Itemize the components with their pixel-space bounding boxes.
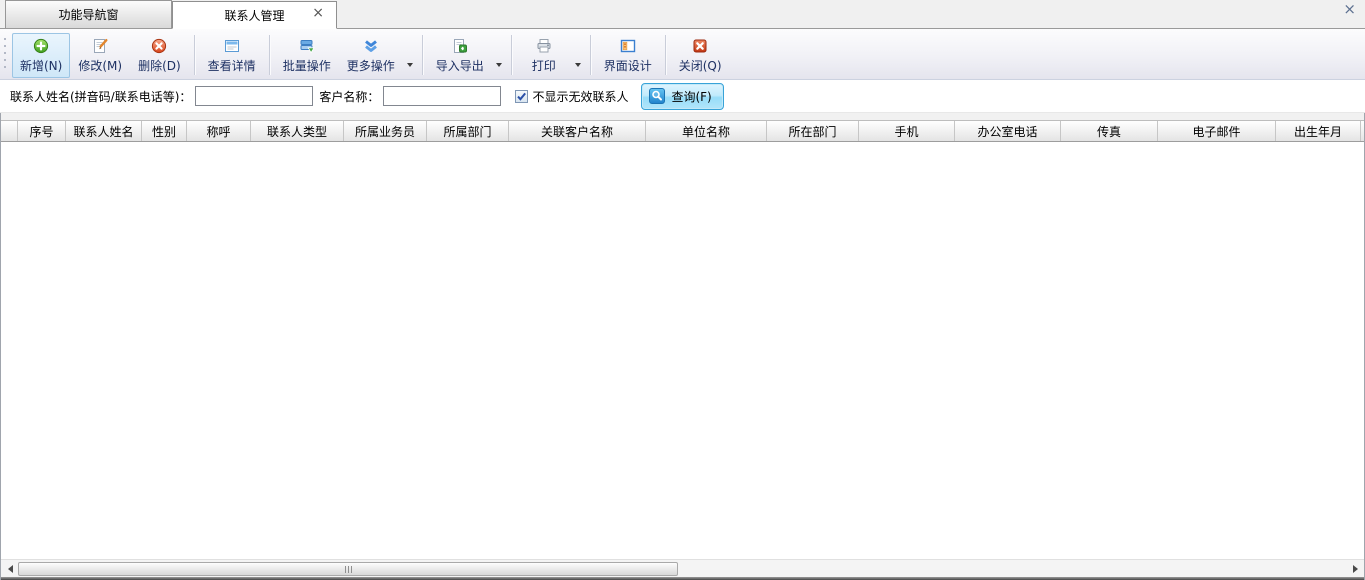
row-indicator-header	[1, 121, 18, 141]
column-header-salutation[interactable]: 称呼	[187, 121, 251, 141]
column-header-seq[interactable]: 序号	[18, 121, 66, 141]
column-header-contact-type[interactable]: 联系人类型	[251, 121, 344, 141]
tab-close-icon[interactable]: ×	[312, 6, 324, 20]
import-export-dropdown-button[interactable]	[492, 52, 506, 73]
batch-operations-icon	[299, 38, 315, 54]
toolbar-separator	[194, 35, 195, 75]
column-header-email[interactable]: 电子邮件	[1158, 121, 1276, 141]
print-dropdown-button[interactable]	[571, 52, 585, 73]
column-header-fax[interactable]: 传真	[1061, 121, 1158, 141]
window-close-icon[interactable]: ×	[1343, 1, 1356, 17]
tab-label: 功能导航窗	[58, 6, 118, 23]
checkmark-icon	[516, 91, 527, 102]
toolbar-separator	[422, 35, 423, 75]
contact-name-input[interactable]	[195, 86, 313, 106]
toolbar-button-label: 导入导出	[436, 57, 484, 74]
toolbar-button-label: 修改(M)	[78, 57, 122, 74]
column-header-customer-name[interactable]: 关联客户名称	[509, 121, 646, 141]
toolbar-grip-handle[interactable]	[4, 38, 6, 72]
scroll-left-button[interactable]	[3, 562, 17, 576]
tab-strip: 功能导航窗 联系人管理 × ×	[0, 0, 1365, 29]
query-button-label: 查询(F)	[671, 88, 711, 105]
toolbar-button-label: 查看详情	[208, 57, 256, 74]
toolbar-button-label: 打印	[532, 57, 556, 74]
column-header-birth-date[interactable]: 出生年月	[1276, 121, 1361, 141]
column-header-contact-name[interactable]: 联系人姓名	[66, 121, 142, 141]
scrollbar-track[interactable]	[17, 561, 1348, 577]
delete-button[interactable]: 删除(D)	[130, 33, 189, 78]
batch-operations-button[interactable]: 批量操作	[275, 33, 339, 78]
toolbar-button-label: 更多操作	[347, 57, 395, 74]
print-icon	[536, 38, 552, 54]
tab-contact-management[interactable]: 联系人管理 ×	[172, 1, 337, 29]
edit-button[interactable]: 修改(M)	[70, 33, 130, 78]
ui-design-button[interactable]: 界面设计	[596, 33, 660, 78]
column-header-office-phone[interactable]: 办公室电话	[955, 121, 1061, 141]
customer-name-input[interactable]	[383, 86, 501, 106]
app-window: 功能导航窗 联系人管理 × × 新增(N) 修改(M) 删除(D)	[0, 0, 1365, 580]
customer-name-label: 客户名称：	[319, 88, 379, 105]
column-header-mobile[interactable]: 手机	[859, 121, 955, 141]
scrollbar-thumb[interactable]	[18, 562, 678, 576]
contact-table-panel: 序号 联系人姓名 性别 称呼 联系人类型 所属业务员 所属部门 关联客户名称 单…	[0, 113, 1365, 580]
toolbar-separator	[511, 35, 512, 75]
add-icon	[33, 38, 49, 54]
delete-icon	[151, 38, 167, 54]
contact-name-label: 联系人姓名(拼音码/联系电话等)：	[10, 88, 191, 105]
column-header-salesperson[interactable]: 所属业务员	[344, 121, 427, 141]
import-export-button[interactable]: 导入导出	[428, 33, 492, 78]
column-header-contact-dept[interactable]: 所在部门	[767, 121, 859, 141]
dropdown-arrow-icon	[496, 63, 502, 67]
scroll-right-arrow-icon	[1353, 565, 1358, 573]
filter-bar: 联系人姓名(拼音码/联系电话等)： 客户名称： 不显示无效联系人 查询(F)	[0, 80, 1365, 113]
table-header-row: 序号 联系人姓名 性别 称呼 联系人类型 所属业务员 所属部门 关联客户名称 单…	[1, 120, 1364, 142]
toolbar: 新增(N) 修改(M) 删除(D) 查看详情 批量操作	[0, 29, 1365, 80]
view-details-icon	[224, 38, 240, 54]
toolbar-button-label: 界面设计	[604, 57, 652, 74]
scrollbar-grip-icon	[344, 562, 353, 576]
view-details-button[interactable]: 查看详情	[200, 33, 264, 78]
scroll-left-arrow-icon	[8, 565, 13, 573]
query-button[interactable]: 查询(F)	[641, 83, 723, 110]
column-header-filler	[1361, 121, 1364, 141]
column-header-company-name[interactable]: 单位名称	[646, 121, 767, 141]
hide-invalid-checkbox[interactable]	[515, 90, 528, 103]
toolbar-separator	[590, 35, 591, 75]
horizontal-scrollbar	[1, 559, 1364, 577]
more-operations-icon	[363, 38, 379, 54]
dropdown-arrow-icon	[407, 63, 413, 67]
toolbar-button-label: 删除(D)	[138, 57, 181, 74]
ui-design-icon	[620, 38, 636, 54]
toolbar-button-label: 批量操作	[283, 57, 331, 74]
print-button[interactable]: 打印	[517, 33, 571, 78]
toolbar-button-label: 新增(N)	[20, 57, 62, 74]
import-export-icon	[452, 38, 468, 54]
more-operations-dropdown-button[interactable]	[403, 52, 417, 73]
more-operations-button[interactable]: 更多操作	[339, 33, 403, 78]
hide-invalid-label: 不显示无效联系人	[532, 88, 628, 105]
close-icon	[692, 38, 708, 54]
edit-icon	[92, 38, 108, 54]
tab-label: 联系人管理	[224, 7, 284, 24]
toolbar-separator	[269, 35, 270, 75]
table-body-empty[interactable]	[1, 142, 1364, 559]
search-icon	[649, 88, 665, 104]
add-button[interactable]: 新增(N)	[12, 33, 70, 78]
tab-function-nav[interactable]: 功能导航窗	[5, 0, 172, 28]
toolbar-separator	[665, 35, 666, 75]
toolbar-button-label: 关闭(Q)	[679, 57, 722, 74]
scroll-right-button[interactable]	[1348, 562, 1362, 576]
column-header-department[interactable]: 所属部门	[427, 121, 509, 141]
dropdown-arrow-icon	[575, 63, 581, 67]
column-header-gender[interactable]: 性别	[142, 121, 187, 141]
close-button[interactable]: 关闭(Q)	[671, 33, 730, 78]
